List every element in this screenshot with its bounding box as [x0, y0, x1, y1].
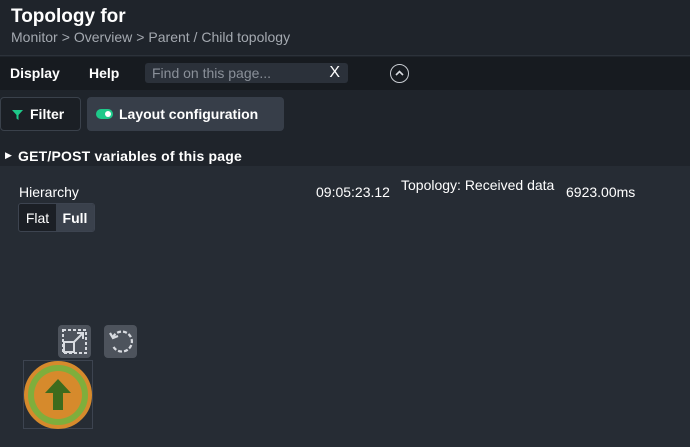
up-arrow-icon	[24, 361, 92, 429]
filter-label: Filter	[30, 106, 65, 122]
log-timestamp: 09:05:23.12	[316, 184, 390, 200]
hierarchy-switch: Flat Full	[18, 203, 95, 232]
breadcrumb-item-current: Parent / Child topology	[148, 29, 291, 45]
page-variables-toggle[interactable]: ▶ GET/POST variables of this page	[0, 146, 690, 166]
zoom-to-fit-button[interactable]	[58, 325, 91, 358]
page-title: Topology for	[11, 6, 126, 27]
breadcrumb-item-monitor[interactable]: Monitor	[11, 29, 58, 45]
topology-canvas[interactable]	[0, 166, 690, 447]
breadcrumb-separator: >	[136, 29, 145, 45]
hierarchy-flat-button[interactable]: Flat	[19, 204, 56, 231]
filter-button[interactable]: Filter	[0, 97, 81, 131]
topology-node[interactable]	[23, 360, 93, 429]
log-message: Topology: Received data	[401, 177, 555, 193]
chevron-up-icon	[395, 70, 404, 76]
expand-arrow-icon: ▶	[5, 150, 12, 160]
hierarchy-full-button[interactable]: Full	[56, 204, 94, 231]
breadcrumb-separator: >	[61, 29, 70, 45]
fit-to-screen-icon	[62, 329, 87, 354]
search-box: X	[145, 63, 348, 83]
page-variables-label: GET/POST variables of this page	[18, 148, 243, 164]
page-header: Topology for Monitor > Overview > Parent / C…	[0, 0, 690, 56]
clear-search-button[interactable]: X	[329, 64, 340, 82]
collapse-header-button[interactable]	[390, 64, 409, 83]
layout-configuration-label: Layout configuration	[119, 106, 259, 122]
menu-help[interactable]: Help	[89, 65, 119, 81]
reset-icon	[109, 330, 133, 353]
breadcrumb: Monitor > Overview > Parent / Child topology	[11, 29, 290, 45]
breadcrumb-item-overview[interactable]: Overview	[74, 29, 132, 45]
toggle-icon	[96, 109, 113, 119]
filter-icon	[12, 109, 23, 120]
menu-display[interactable]: Display	[10, 65, 60, 81]
reset-layout-button[interactable]	[104, 325, 137, 358]
search-input[interactable]	[145, 63, 320, 83]
log-duration: 6923.00ms	[566, 184, 636, 200]
hierarchy-label: Hierarchy	[19, 184, 79, 200]
layout-configuration-button[interactable]: Layout configuration	[87, 97, 284, 131]
